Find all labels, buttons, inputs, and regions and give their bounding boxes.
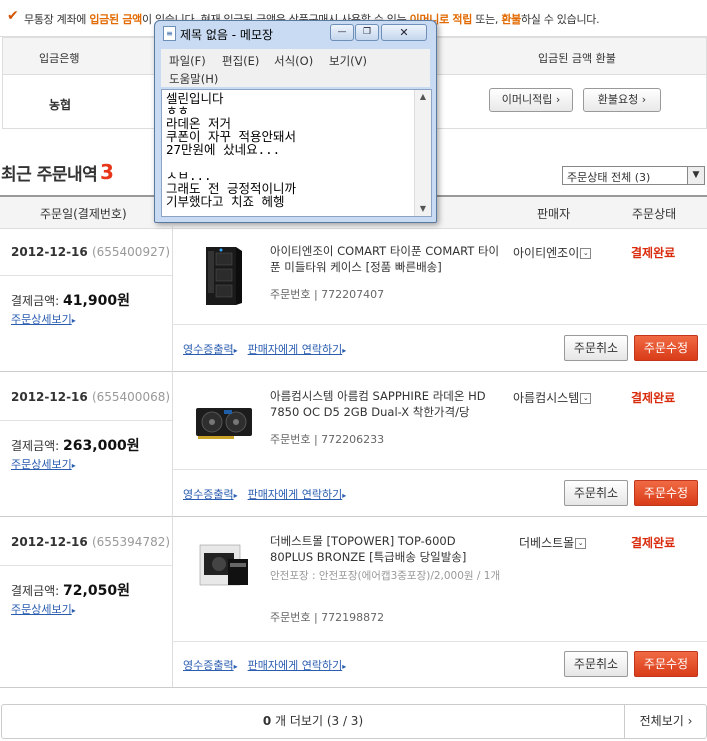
contact-seller-link[interactable]: 판매자에게 연락하기 — [248, 659, 343, 672]
order-links: 영수증출력▸ 판매자에게 연락하기▸ — [183, 343, 347, 356]
vertical-scrollbar[interactable]: ▲ ▼ — [414, 90, 431, 216]
order-status-value: 주문상태 전체 (3) — [567, 171, 651, 184]
dropdown-icon[interactable]: ⌄ — [580, 248, 592, 259]
product-name[interactable]: 더베스트몰 [TOPOWER] TOP-600D 80PLUS BRONZE [… — [270, 533, 502, 565]
minimize-button[interactable]: — — [330, 24, 354, 41]
divider — [172, 469, 707, 470]
text-line: 27만원에 샀네요... — [166, 142, 281, 157]
order-status: 결제완료 — [631, 536, 676, 550]
product-thumbnail[interactable] — [194, 241, 254, 311]
order-row: 2012-12-16 (655400927) 결제금액: 41,900원 주문상… — [0, 226, 707, 372]
contact-seller-link[interactable]: 판매자에게 연락하기 — [248, 343, 343, 356]
cancel-order-button[interactable]: 주문취소 — [564, 480, 628, 506]
order-row: 2012-12-16 (655394782) 결제금액: 72,050원 주문상… — [0, 516, 707, 688]
col-order-date: 주문일(결제번호) — [40, 207, 127, 221]
order-date: 2012-12-16 (655394782) — [11, 535, 171, 549]
receipt-print-link[interactable]: 영수증출력 — [183, 488, 234, 501]
maximize-button[interactable]: ❐ — [355, 24, 379, 41]
order-detail-link[interactable]: 주문상세보기▸ — [11, 456, 76, 472]
divider — [172, 324, 707, 325]
recent-orders-count: 3 — [100, 160, 114, 184]
cancel-order-button[interactable]: 주문취소 — [564, 651, 628, 677]
seller-name[interactable]: 아이티엔조이 ⌄ — [513, 244, 592, 261]
order-payment-cell: 2012-12-16 (655400068) 결제금액: 263,000원 주문… — [0, 371, 173, 516]
order-links: 영수증출력▸ 판매자에게 연락하기▸ — [183, 659, 347, 672]
close-button[interactable]: ✕ — [381, 24, 427, 41]
contact-seller-link[interactable]: 판매자에게 연락하기 — [248, 488, 343, 501]
dropdown-icon[interactable]: ⌄ — [575, 538, 587, 549]
menu-file[interactable]: 파일(F) — [169, 53, 206, 69]
order-date: 2012-12-16 (655400068) — [11, 390, 171, 404]
product-name[interactable]: 아름컴시스템 아름컴 SAPPHIRE 라데온 HD 7850 OC D5 2G… — [270, 388, 502, 420]
notepad-icon: ≡ — [163, 26, 176, 41]
product-thumbnail[interactable] — [194, 386, 254, 456]
text-line: 기부했다고 치죠 헤헹 — [166, 194, 285, 209]
menu-view[interactable]: 보기(V) — [329, 53, 367, 69]
order-status: 결제완료 — [631, 391, 676, 405]
recent-orders-title: 최근 주문내역 — [1, 165, 98, 185]
order-payment-cell: 2012-12-16 (655400927) 결제금액: 41,900원 주문상… — [0, 226, 173, 371]
order-status: 결제완료 — [631, 246, 676, 260]
payment-amount: 결제금액: 72,050원 — [11, 583, 130, 599]
order-status-select[interactable]: 주문상태 전체 (3) ▼ — [562, 166, 705, 185]
product-option: 안전포장 : 안전포장(에어캡3중포장)/2,000원 / 1개 — [270, 570, 501, 582]
seller-name[interactable]: 더베스트몰 ⌄ — [519, 534, 587, 551]
order-date: 2012-12-16 (655400927) — [11, 245, 171, 259]
order-detail-link[interactable]: 주문상세보기▸ — [11, 311, 76, 327]
notepad-text-area[interactable]: 셀린입니다 ㅎㅎ 라데온 저거 쿠폰이 자꾸 적용안돼서 27만원에 샀네요..… — [161, 89, 432, 217]
bank-name: 농협 — [49, 98, 72, 112]
notepad-window[interactable]: ≡ 제목 없음 - 메모장 — ❐ ✕ 파일(F) 편집(E) 서식(O) 보기… — [154, 20, 437, 223]
payment-amount: 결제금액: 263,000원 — [11, 438, 140, 454]
modify-order-button[interactable]: 주문수정 — [634, 335, 698, 361]
col-seller: 판매자 — [537, 207, 571, 221]
seller-name[interactable]: 아름컴시스템 ⌄ — [513, 389, 592, 406]
cancel-order-button[interactable]: 주문취소 — [564, 335, 628, 361]
divider — [172, 641, 707, 642]
notepad-titlebar[interactable]: ≡ 제목 없음 - 메모장 — ❐ ✕ — [155, 21, 436, 45]
payment-amount: 결제금액: 41,900원 — [11, 293, 130, 309]
emoney-button[interactable]: 이머니적립 › — [489, 88, 573, 112]
dropdown-icon[interactable]: ⌄ — [580, 393, 592, 404]
order-payment-cell: 2012-12-16 (655394782) 결제금액: 72,050원 주문상… — [0, 516, 173, 687]
chevron-down-icon[interactable]: ▼ — [687, 167, 704, 184]
modify-order-button[interactable]: 주문수정 — [634, 480, 698, 506]
product-thumbnail[interactable] — [194, 531, 254, 601]
order-row: 2012-12-16 (655400068) 결제금액: 263,000원 주문… — [0, 371, 707, 517]
more-bar: 0 개 더보기 (3 / 3) 전체보기 › — [1, 704, 707, 739]
load-more-button[interactable]: 0 개 더보기 (3 / 3) — [2, 705, 624, 738]
check-icon: ✔ — [7, 8, 19, 24]
divider — [0, 275, 172, 276]
menu-edit[interactable]: 편집(E) — [222, 53, 259, 69]
col-status: 주문상태 — [632, 207, 677, 221]
divider — [0, 420, 172, 421]
refund-request-button[interactable]: 환불요청 › — [583, 88, 661, 112]
order-number: 주문번호 | 772198872 — [270, 611, 385, 624]
order-number: 주문번호 | 772207407 — [270, 288, 385, 301]
menu-help[interactable]: 도움말(H) — [169, 71, 218, 87]
divider — [0, 565, 172, 566]
menu-format[interactable]: 서식(O) — [274, 53, 313, 69]
modify-order-button[interactable]: 주문수정 — [634, 651, 698, 677]
order-number: 주문번호 | 772206233 — [270, 433, 385, 446]
order-detail-link[interactable]: 주문상세보기▸ — [11, 601, 76, 617]
view-all-button[interactable]: 전체보기 › — [624, 705, 707, 738]
receipt-print-link[interactable]: 영수증출력 — [183, 659, 234, 672]
order-links: 영수증출력▸ 판매자에게 연락하기▸ — [183, 488, 347, 501]
receipt-print-link[interactable]: 영수증출력 — [183, 343, 234, 356]
scroll-up-icon[interactable]: ▲ — [415, 90, 431, 104]
notepad-menubar: 파일(F) 편집(E) 서식(O) 보기(V) 도움말(H) — [161, 49, 430, 87]
col-refund: 입금된 금액 환불 — [538, 52, 616, 65]
scroll-down-icon[interactable]: ▼ — [415, 202, 431, 216]
product-name[interactable]: 아이티엔조이 COMART 타이푼 COMART 타이푼 미들타워 케이스 [정… — [270, 243, 502, 275]
notepad-title: 제목 없음 - 메모장 — [180, 28, 274, 42]
col-bank: 입금은행 — [39, 52, 80, 65]
